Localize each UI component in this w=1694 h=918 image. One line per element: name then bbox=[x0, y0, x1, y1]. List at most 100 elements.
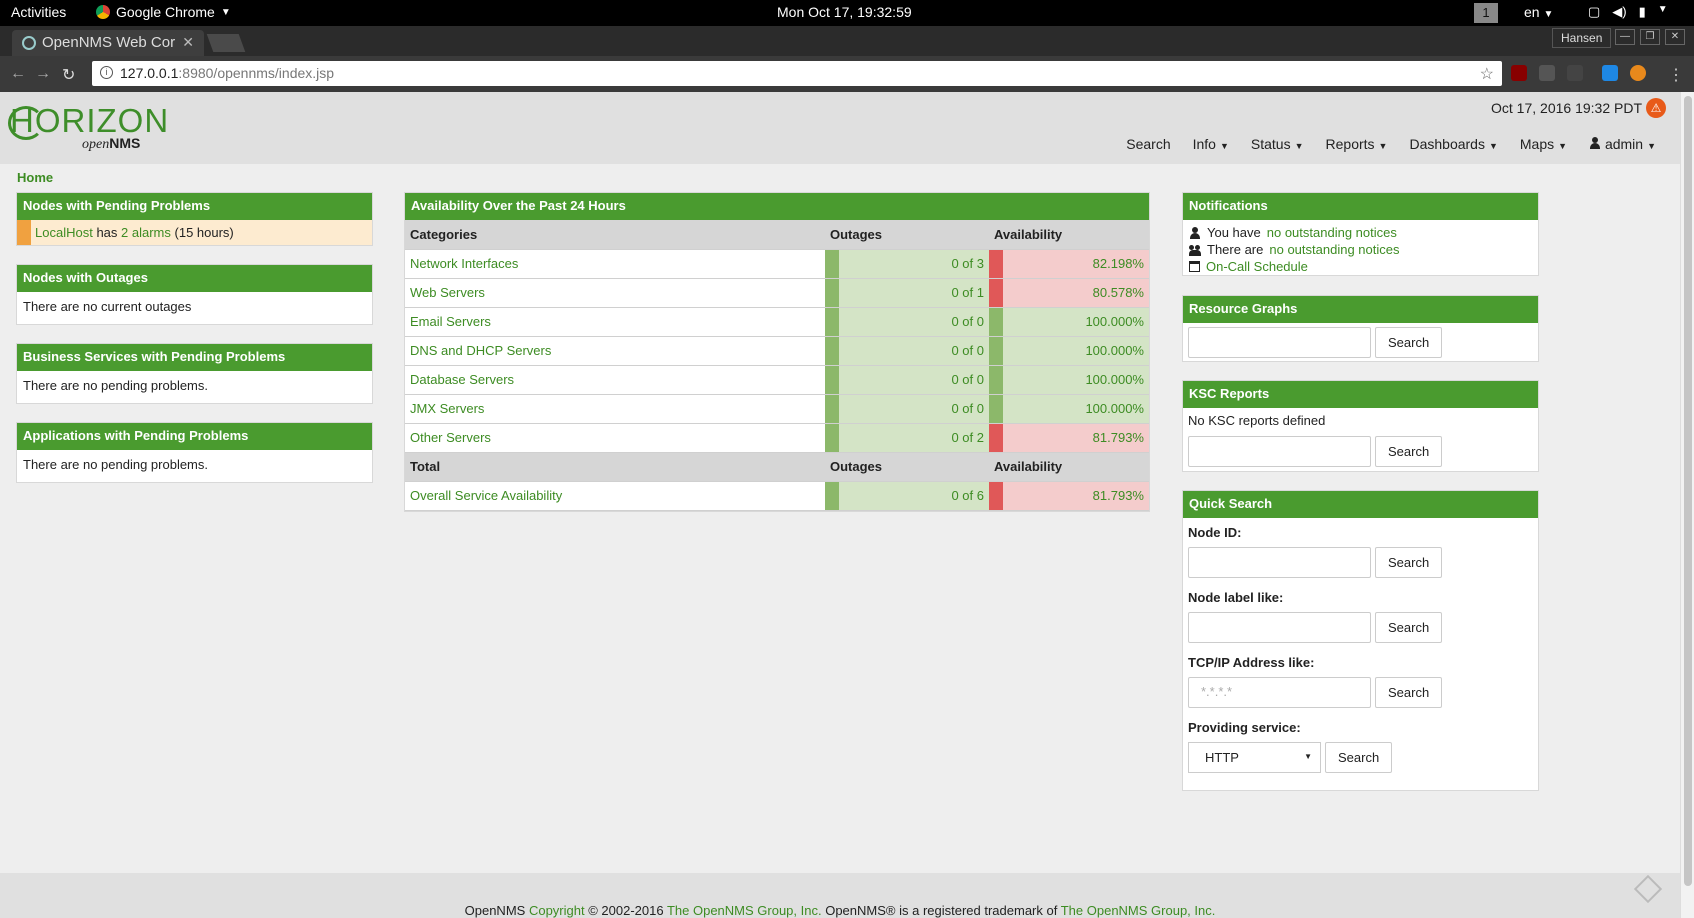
outages-value[interactable]: 0 of 0 bbox=[839, 336, 989, 366]
forward-icon[interactable]: → bbox=[35, 65, 51, 83]
node-label-search-button[interactable]: Search bbox=[1375, 612, 1443, 643]
caret-down-icon: ▼ bbox=[1488, 141, 1498, 151]
all-notices-link[interactable]: no outstanding notices bbox=[1269, 242, 1399, 257]
footer-text: OpenNMS Copyright © 2002-2016 The OpenNM… bbox=[0, 903, 1680, 918]
outages-value[interactable]: 0 of 0 bbox=[839, 307, 989, 337]
on-call-schedule-link[interactable]: On-Call Schedule bbox=[1206, 259, 1308, 274]
outages-value[interactable]: 0 of 1 bbox=[839, 278, 989, 308]
activities-button[interactable]: Activities bbox=[11, 4, 66, 20]
user-notices-link[interactable]: no outstanding notices bbox=[1267, 225, 1397, 240]
profile-button[interactable]: Hansen bbox=[1552, 28, 1612, 48]
alarm-status-icon[interactable]: ⚠ bbox=[1646, 98, 1666, 118]
pending-duration: (15 hours) bbox=[174, 225, 234, 240]
nav-search-label: Search bbox=[1126, 136, 1171, 152]
ip-search-button[interactable]: Search bbox=[1375, 677, 1443, 708]
close-window-icon[interactable]: ✕ bbox=[1665, 29, 1685, 45]
nav-dashboards[interactable]: Dashboards ▼ bbox=[1409, 136, 1497, 152]
total-availability-header: Availability bbox=[989, 452, 1149, 482]
total-availability-value[interactable]: 81.793% bbox=[1003, 481, 1149, 511]
total-header-row: Total Outages Availability bbox=[405, 452, 1149, 482]
ip-input[interactable]: *.*.*.* bbox=[1188, 677, 1371, 708]
category-link[interactable]: JMX Servers bbox=[405, 394, 825, 424]
nav-info[interactable]: Info ▼ bbox=[1193, 136, 1229, 152]
breadcrumb-home[interactable]: Home bbox=[17, 170, 53, 185]
table-row: Web Servers 0 of 1 80.578% bbox=[405, 278, 1149, 308]
scrollbar-thumb[interactable] bbox=[1684, 96, 1692, 886]
business-services-panel: Business Services with Pending Problems … bbox=[16, 343, 373, 404]
category-link[interactable]: DNS and DHCP Servers bbox=[405, 336, 825, 366]
node-id-search-button[interactable]: Search bbox=[1375, 547, 1443, 578]
availability-value[interactable]: 81.793% bbox=[1003, 423, 1149, 453]
node-label-input[interactable] bbox=[1188, 612, 1371, 643]
copyright-link[interactable]: Copyright bbox=[529, 903, 585, 918]
panel-title: Nodes with Outages bbox=[17, 265, 372, 292]
menu-dots-icon[interactable]: ⋮ bbox=[1668, 65, 1684, 85]
app-menu[interactable]: Google Chrome ▼ bbox=[96, 4, 231, 20]
opennms-group-link[interactable]: The OpenNMS Group, Inc. bbox=[667, 903, 822, 918]
availability-status-strip bbox=[989, 278, 1003, 308]
back-icon[interactable]: ← bbox=[10, 65, 26, 83]
page-scrollbar[interactable] bbox=[1680, 92, 1694, 918]
nav-search[interactable]: Search bbox=[1126, 136, 1170, 152]
language-selector[interactable]: en ▼ bbox=[1524, 4, 1553, 20]
system-tray[interactable]: ▢ ◀) ▮ ▼ bbox=[1588, 4, 1668, 20]
close-tab-icon[interactable]: ✕ bbox=[182, 34, 194, 51]
pending-problems-panel: Nodes with Pending Problems LocalHost ha… bbox=[16, 192, 373, 246]
horizon-logo[interactable]: HORIZON openNMS bbox=[8, 102, 169, 152]
download-icon[interactable] bbox=[1539, 65, 1555, 81]
resource-search-input[interactable] bbox=[1188, 327, 1371, 358]
availability-value[interactable]: 100.000% bbox=[1003, 336, 1149, 366]
service-select[interactable]: HTTP ▼ bbox=[1188, 742, 1321, 773]
opennms-group-link-2[interactable]: The OpenNMS Group, Inc. bbox=[1061, 903, 1216, 918]
category-link[interactable]: Network Interfaces bbox=[405, 249, 825, 279]
address-bar[interactable]: i 127.0.0.1:8980/opennms/index.jsp ☆ bbox=[92, 61, 1502, 86]
minimize-icon[interactable]: — bbox=[1615, 29, 1635, 45]
category-link[interactable]: Email Servers bbox=[405, 307, 825, 337]
clock[interactable]: Mon Oct 17, 19:32:59 bbox=[777, 4, 912, 20]
table-row: JMX Servers 0 of 0 100.000% bbox=[405, 394, 1149, 424]
extension-fox-icon[interactable] bbox=[1630, 65, 1646, 81]
nav-maps[interactable]: Maps ▼ bbox=[1520, 136, 1567, 152]
ublock-icon[interactable] bbox=[1511, 65, 1527, 81]
nav-user[interactable]: admin ▼ bbox=[1589, 136, 1656, 152]
availability-value[interactable]: 100.000% bbox=[1003, 307, 1149, 337]
category-link[interactable]: Web Servers bbox=[405, 278, 825, 308]
caret-down-icon: ▼ bbox=[1378, 141, 1388, 151]
node-label-row: Search bbox=[1188, 612, 1533, 643]
total-row: Overall Service Availability 0 of 6 81.7… bbox=[405, 481, 1149, 511]
availability-value[interactable]: 80.578% bbox=[1003, 278, 1149, 308]
workspace-indicator[interactable]: 1 bbox=[1474, 3, 1498, 23]
availability-status-strip bbox=[989, 365, 1003, 395]
nav-status[interactable]: Status ▼ bbox=[1251, 136, 1304, 152]
outages-value[interactable]: 0 of 0 bbox=[839, 394, 989, 424]
reload-icon[interactable]: ↻ bbox=[62, 65, 75, 85]
new-tab-button[interactable] bbox=[206, 34, 246, 52]
alarms-link[interactable]: 2 alarms bbox=[121, 225, 171, 240]
outages-value[interactable]: 0 of 3 bbox=[839, 249, 989, 279]
availability-value[interactable]: 82.198% bbox=[1003, 249, 1149, 279]
category-link[interactable]: Other Servers bbox=[405, 423, 825, 453]
outages-value[interactable]: 0 of 0 bbox=[839, 365, 989, 395]
info-icon[interactable]: i bbox=[100, 66, 113, 79]
availability-value[interactable]: 100.000% bbox=[1003, 394, 1149, 424]
availability-value[interactable]: 100.000% bbox=[1003, 365, 1149, 395]
node-link[interactable]: LocalHost bbox=[35, 225, 93, 240]
web-page: HORIZON openNMS Oct 17, 2016 19:32 PDT ⚠… bbox=[0, 92, 1680, 918]
trello-icon[interactable] bbox=[1602, 65, 1618, 81]
browser-tab[interactable]: OpenNMS Web Cor ✕ bbox=[12, 30, 204, 56]
feedback-icon[interactable] bbox=[1633, 874, 1663, 904]
nav-reports[interactable]: Reports ▼ bbox=[1326, 136, 1388, 152]
bookmark-star-icon[interactable]: ☆ bbox=[1480, 64, 1494, 84]
node-id-input[interactable] bbox=[1188, 547, 1371, 578]
caret-down-icon: ▼ bbox=[1647, 141, 1656, 151]
service-search-button[interactable]: Search bbox=[1325, 742, 1393, 773]
category-link[interactable]: Database Servers bbox=[405, 365, 825, 395]
total-outages-value[interactable]: 0 of 6 bbox=[839, 481, 989, 511]
ksc-search-input[interactable] bbox=[1188, 436, 1371, 467]
resource-search-button[interactable]: Search bbox=[1375, 327, 1443, 358]
outages-value[interactable]: 0 of 2 bbox=[839, 423, 989, 453]
ksc-search-button[interactable]: Search bbox=[1375, 436, 1443, 467]
overall-availability-link[interactable]: Overall Service Availability bbox=[405, 481, 825, 511]
maximize-icon[interactable]: ❐ bbox=[1640, 29, 1660, 45]
extension-icon[interactable] bbox=[1567, 65, 1583, 81]
